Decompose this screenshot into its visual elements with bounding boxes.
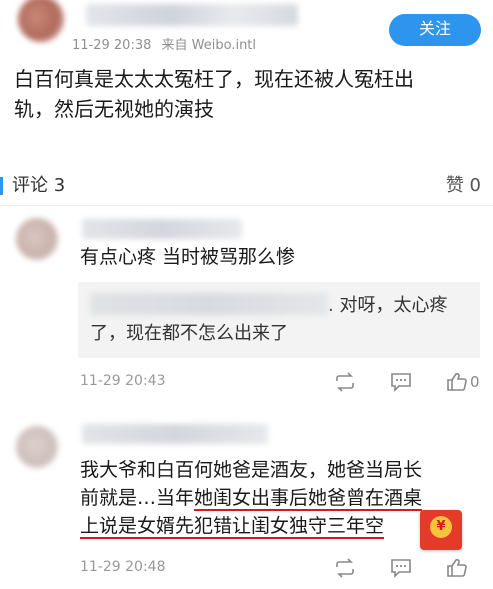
- repost-icon: [336, 558, 354, 578]
- reply-text: . 对呀，太心疼: [328, 295, 448, 316]
- tab-comments-label: 评论 3: [12, 175, 66, 196]
- like-button[interactable]: 0: [446, 371, 480, 393]
- tab-comments[interactable]: 评论 3: [0, 172, 65, 200]
- comment-time: 11-29 20:48: [80, 559, 166, 575]
- post-text-line: 白百何真是太太太冤枉了，现在还被人冤枉出: [14, 67, 414, 91]
- repost-button[interactable]: [334, 557, 356, 579]
- comment-actions: 0: [334, 371, 484, 393]
- active-tab-indicator: [0, 177, 3, 195]
- post-text-line: 轨，然后无视她的演技: [14, 97, 214, 121]
- comment-text-plain: 前就是…当年: [80, 487, 195, 509]
- comment-author-name[interactable]: [82, 424, 268, 444]
- comment-text-line: 前就是…当年她闺女出事后她爸曾在酒桌: [80, 484, 480, 512]
- like-count: 0: [470, 373, 480, 391]
- comment-author-name[interactable]: [82, 219, 242, 239]
- follow-button[interactable]: 关注: [389, 14, 481, 46]
- reply-box[interactable]: . 对呀，太心疼 了，现在都不怎么出来了: [78, 282, 480, 358]
- highlighted-text: 上说是女婿先犯错让闺女独守三年空: [80, 515, 385, 539]
- reply-author-name[interactable]: [90, 293, 328, 315]
- comment-icon: [391, 373, 411, 392]
- repost-icon: [336, 372, 354, 392]
- comment-time: 11-29 20:43: [80, 373, 166, 389]
- comment-text: 有点心疼 当时被骂那么惨: [80, 246, 296, 268]
- avatar[interactable]: [16, 426, 58, 468]
- reply-text: 了，现在都不怎么出来了: [90, 323, 288, 344]
- post-author-name[interactable]: [86, 4, 298, 26]
- highlighted-text: 她闺女出事后她爸曾在酒桌: [194, 487, 423, 511]
- coin-icon: ¥: [430, 516, 452, 538]
- comment-text-line: 我大爷和白百何她爸是酒友，她爸当局长: [80, 459, 423, 481]
- like-button[interactable]: [446, 557, 468, 579]
- red-packet-icon[interactable]: ¥: [420, 510, 462, 550]
- post-time: 11-29 20:38: [72, 38, 152, 53]
- comment-button[interactable]: [390, 557, 412, 579]
- like-icon: [447, 558, 467, 577]
- like-icon: [447, 372, 467, 391]
- repost-button[interactable]: [334, 371, 356, 393]
- avatar[interactable]: [16, 218, 58, 260]
- post-header: 11-29 20:38 来自 Weibo.intl 关注: [0, 0, 493, 58]
- comment-tabs: 评论 3 赞 0: [0, 166, 493, 206]
- post-body: 白百何真是太太太冤枉了，现在还被人冤枉出 轨，然后无视她的演技: [14, 64, 474, 124]
- comment-actions: [334, 557, 484, 579]
- tab-likes[interactable]: 赞 0: [446, 172, 481, 200]
- comment-icon: [391, 559, 411, 578]
- comment-button[interactable]: [390, 371, 412, 393]
- post-meta: 11-29 20:38 来自 Weibo.intl: [72, 34, 256, 53]
- post-source: 来自 Weibo.intl: [161, 38, 257, 53]
- avatar[interactable]: [18, 0, 64, 42]
